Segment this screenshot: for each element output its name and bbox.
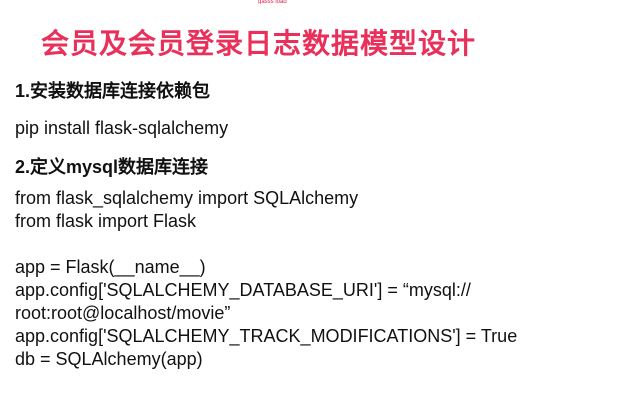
section-heading-install: 1.安装数据库连接依赖包 — [15, 81, 211, 101]
code-line-db-init: db = SQLAlchemy(app) — [15, 349, 203, 369]
code-line-database-uri: app.config['SQLALCHEMY_DATABASE_URI'] = … — [15, 280, 471, 300]
code-line-track-modifications: app.config['SQLALCHEMY_TRACK_MODIFICATIO… — [15, 326, 518, 346]
header-watermark: gasss ioad — [258, 0, 287, 4]
slide-title: 会员及会员登录日志数据模型设计 — [41, 28, 477, 59]
code-line-pip-install: pip install flask-sqlalchemy — [15, 118, 229, 138]
code-line-app-init: app = Flask(__name__) — [15, 257, 206, 277]
slide-content: 1.安装数据库连接依赖包 pip install flask-sqlalchem… — [15, 80, 610, 371]
section-heading-define-connection: 2.定义mysql数据库连接 — [15, 157, 209, 177]
code-line-import-sqlalchemy: from flask_sqlalchemy import SQLAlchemy — [15, 188, 359, 208]
code-line-database-uri-continued: root:root@localhost/movie” — [15, 303, 231, 323]
code-line-import-flask: from flask import Flask — [15, 211, 197, 231]
